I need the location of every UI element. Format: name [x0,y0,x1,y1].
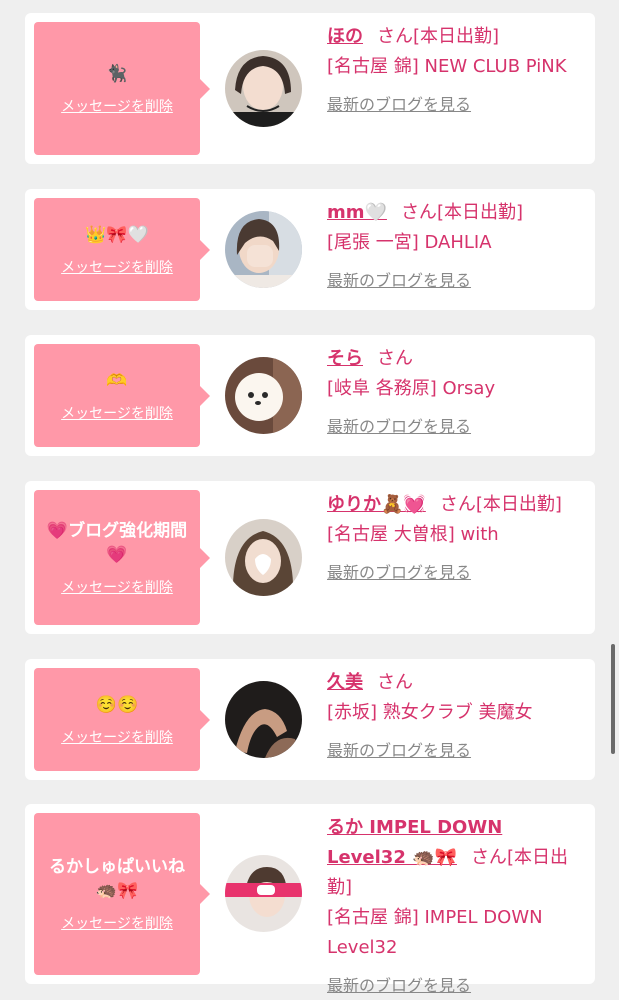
shop-area: [尾張 一宮] DAHLIA [327,232,492,253]
cast-name-link[interactable]: ゆりか🧸💓 [327,494,426,515]
latest-blog-link[interactable]: 最新のブログを見る [327,971,471,1000]
avatar[interactable] [225,211,302,288]
message-bubble: るかしゅぱいいね🦔🎀 メッセージを削除 [34,813,210,975]
cast-info: るか IMPEL DOWN Level32 🦔🎀 さん[本日出勤] [名古屋 錦]… [327,813,587,1000]
message-text: 👑🎀🤍 [85,224,149,245]
latest-blog-link[interactable]: 最新のブログを見る [327,266,471,296]
list-item: 🐈‍⬛ メッセージを削除 ほの さん[本日出勤] [名古屋 錦] NEW CLUB… [25,13,595,164]
cast-name-link[interactable]: mm🤍 [327,202,387,223]
cast-name-link[interactable]: 久美 [327,672,363,693]
cast-header: ほの さん[本日出勤] [327,22,587,52]
cast-name-link[interactable]: そら [327,348,363,369]
delete-message-link[interactable]: メッセージを削除 [61,403,173,423]
cast-header: mm🤍 さん[本日出勤] [327,198,587,228]
honorific: さん [377,26,413,47]
cast-info: そら さん [岐阜 各務原] Orsay 最新のブログを見る [327,344,587,442]
message-text: 🫶 [106,370,128,391]
cast-info: ゆりか🧸💓 さん[本日出勤] [名古屋 大曽根] with 最新のブログを見る [327,490,587,588]
honorific: さん [470,847,507,868]
cast-header: ゆりか🧸💓 さん[本日出勤] [327,490,587,520]
list-item: 🫶 メッセージを削除 そら さん [岐阜 各務原] Orsay 最新のブログを見る [25,335,595,456]
shop-area: [岐阜 各務原] Orsay [327,378,496,399]
honorific: さん [400,202,437,223]
attendance-status: [本日出勤] [436,202,523,223]
avatar[interactable] [225,357,302,434]
list-item: 👑🎀🤍 メッセージを削除 mm🤍 さん[本日出勤] [尾張 一宮] DAHLIA … [25,189,595,310]
delete-message-link[interactable]: メッセージを削除 [61,257,173,277]
delete-message-link[interactable]: メッセージを削除 [61,96,173,116]
cast-info: mm🤍 さん[本日出勤] [尾張 一宮] DAHLIA 最新のブログを見る [327,198,587,296]
message-text: るかしゅぱいいね🦔🎀 [49,857,185,901]
honorific: さん [377,348,413,369]
cast-info: ほの さん[本日出勤] [名古屋 錦] NEW CLUB PiNK 最新のブログを… [327,22,587,120]
avatar[interactable] [225,681,302,758]
message-list: 🐈‍⬛ メッセージを削除 ほの さん[本日出勤] [名古屋 錦] NEW CLUB… [0,0,619,1000]
latest-blog-link[interactable]: 最新のブログを見る [327,558,471,588]
message-bubble: 💗ブログ強化期間💗 メッセージを削除 [34,490,210,625]
message-text: 🐈‍⬛ [106,63,128,84]
list-item: るかしゅぱいいね🦔🎀 メッセージを削除 るか IMPEL DOWN Level3… [25,804,595,995]
latest-blog-link[interactable]: 最新のブログを見る [327,90,471,120]
avatar[interactable] [225,50,302,127]
cast-name-link[interactable]: ほの [327,26,363,47]
message-bubble: ☺️☺️ メッセージを削除 [34,668,210,771]
shop-area: [赤坂] 熟女クラブ 美魔女 [327,702,533,723]
shop-area: [名古屋 大曽根] with [327,524,499,545]
cast-header: そら さん [327,344,587,374]
message-text: 💗ブログ強化期間💗 [46,520,188,565]
message-text: ☺️☺️ [95,694,139,715]
scrollbar[interactable] [611,644,615,754]
attendance-status: [本日出勤] [475,494,562,515]
cast-header: 久美 さん [327,668,587,698]
latest-blog-link[interactable]: 最新のブログを見る [327,736,471,766]
shop-area: [名古屋 錦] NEW CLUB PiNK [327,56,567,77]
shop-area: [名古屋 錦] IMPEL DOWN Level32 [327,907,543,958]
cast-info: 久美 さん [赤坂] 熟女クラブ 美魔女 最新のブログを見る [327,668,587,766]
message-bubble: 🐈‍⬛ メッセージを削除 [34,22,210,155]
list-item: ☺️☺️ メッセージを削除 久美 さん [赤坂] 熟女クラブ 美魔女 最新のブログ… [25,659,595,780]
message-bubble: 👑🎀🤍 メッセージを削除 [34,198,210,301]
avatar[interactable] [225,855,302,932]
delete-message-link[interactable]: メッセージを削除 [61,727,173,747]
attendance-status: [本日出勤] [413,26,500,47]
latest-blog-link[interactable]: 最新のブログを見る [327,412,471,442]
honorific: さん [377,672,413,693]
delete-message-link[interactable]: メッセージを削除 [61,913,173,933]
list-item: 💗ブログ強化期間💗 メッセージを削除 ゆりか🧸💓 さん[本日出勤] [名古屋 大曽… [25,481,595,634]
delete-message-link[interactable]: メッセージを削除 [61,577,173,597]
message-bubble: 🫶 メッセージを削除 [34,344,210,447]
honorific: さん [439,494,476,515]
avatar[interactable] [225,519,302,596]
cast-header: るか IMPEL DOWN Level32 🦔🎀 さん[本日出勤] [327,813,587,903]
